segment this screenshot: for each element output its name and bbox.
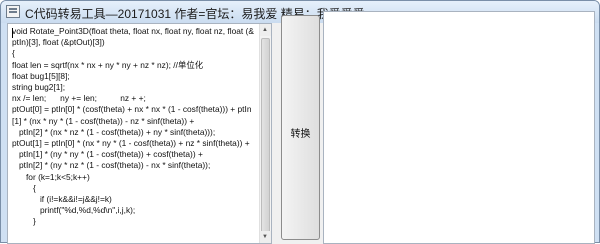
scroll-up-button[interactable]: ▲ (260, 24, 271, 36)
code-line: printf("%d,%d,%d\n",i,j,k); (12, 205, 136, 216)
output-textarea[interactable] (323, 11, 595, 244)
code-line: ptOut[0] = ptIn[0] * (cosf(theta) + nx *… (12, 104, 252, 126)
code-line: ptIn[2] * (nx * nz * (1 - cosf(theta)) +… (12, 126, 216, 137)
convert-button[interactable]: 转换 (281, 15, 320, 240)
code-text[interactable]: void Rotate_Point3D(float theta, float n… (12, 26, 258, 228)
code-line: ptIn[2] * (ny * nz * (1 - cosf(theta)) -… (12, 160, 211, 171)
scroll-down-button[interactable]: ▼ (260, 231, 271, 243)
app-icon (6, 5, 20, 18)
convert-button-label: 转换 (290, 129, 311, 140)
code-line: } (12, 216, 36, 227)
client-area: void Rotate_Point3D(float theta, float n… (7, 11, 595, 244)
code-line: { (12, 48, 15, 59)
code-line: nx /= len; ny += len; nz + +; (12, 93, 146, 104)
vertical-scrollbar[interactable]: ▲ ▼ (259, 24, 271, 243)
code-line: string bug2[1]; (12, 82, 66, 93)
scrollbar-thumb[interactable] (261, 38, 270, 234)
code-line: void Rotate_Point3D(float theta, float n… (12, 26, 254, 48)
code-line: { (12, 182, 36, 193)
chevron-up-icon: ▲ (262, 27, 268, 33)
code-line: ptOut[1] = ptIn[0] * (nx * ny * (1 - cos… (12, 138, 250, 149)
app-window: C代码转易工具—20171031 作者=官坛：易我爱 精易：我爱爱爱 void … (0, 0, 600, 244)
code-input-textarea[interactable]: void Rotate_Point3D(float theta, float n… (7, 23, 272, 244)
code-line: float len = sqrtf(nx * nx + ny * ny + nz… (12, 59, 204, 70)
text-cursor (12, 28, 13, 38)
code-line: ptIn[1] * (ny * ny * (1 - cosf(theta)) +… (12, 149, 203, 160)
code-line: float bug1[5][8]; (12, 70, 70, 81)
code-line: for (k=1;k<5;k++) (12, 171, 90, 182)
chevron-down-icon: ▼ (262, 234, 268, 240)
code-line: if (i!=k&&i!=j&&j!=k) (12, 194, 112, 205)
